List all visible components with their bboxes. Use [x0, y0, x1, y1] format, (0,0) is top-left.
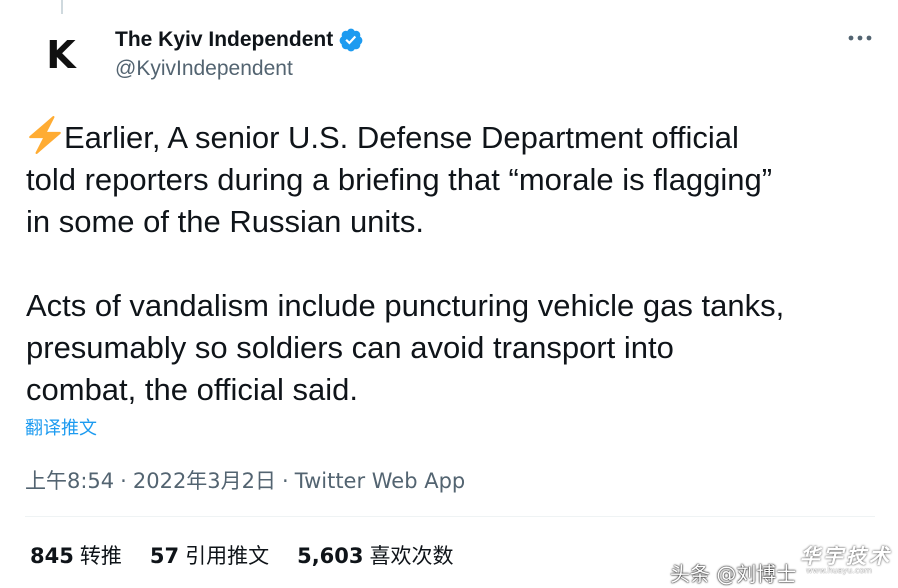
tweet-paragraph-1-text: Earlier, A senior U.S. Defense Departmen…: [26, 120, 773, 239]
author-name-row: The Kyiv Independent: [115, 26, 364, 54]
author-display-name[interactable]: The Kyiv Independent: [115, 28, 333, 52]
likes-stat[interactable]: 5,603 喜欢次数: [297, 540, 453, 570]
more-options-button[interactable]: [842, 22, 878, 54]
retweets-count: 845: [30, 544, 74, 568]
likes-count: 5,603: [297, 544, 364, 568]
likes-label: 喜欢次数: [369, 544, 454, 568]
toutiao-watermark: 头条 @刘博士: [670, 562, 797, 586]
avatar-logo-letter: K: [46, 33, 76, 77]
stats-divider: [25, 516, 875, 517]
tweet-paragraph-1: Earlier, A senior U.S. Defense Departmen…: [26, 116, 892, 243]
author-handle[interactable]: @KyivIndependent: [115, 57, 293, 81]
watermark-logo-url: www.huayu.com: [806, 566, 872, 575]
meta-separator: ·: [282, 469, 289, 493]
tweet-metadata: 上午8:54 · 2022年3月2日 · Twitter Web App: [25, 465, 465, 495]
high-voltage-emoji-icon: [29, 116, 61, 154]
tweet-body: Earlier, A senior U.S. Defense Departmen…: [26, 116, 892, 411]
tweet-source[interactable]: Twitter Web App: [295, 469, 466, 493]
tweet-time[interactable]: 上午8:54: [25, 469, 114, 493]
retweets-label: 转推: [79, 544, 122, 568]
more-horizontal-icon: [848, 35, 872, 41]
tweet-paragraph-2: Acts of vandalism include puncturing veh…: [26, 288, 785, 407]
verified-badge-icon: [339, 28, 363, 52]
avatar[interactable]: K: [21, 15, 101, 95]
quote-tweets-count: 57: [149, 544, 180, 568]
engagement-stats: 845 转推 57 引用推文 5,603 喜欢次数: [30, 540, 482, 570]
tweet-date[interactable]: 2022年3月2日: [133, 469, 276, 493]
thread-connector-line: [61, 0, 63, 14]
meta-separator: ·: [120, 469, 127, 493]
quote-tweets-stat[interactable]: 57 引用推文: [150, 540, 269, 570]
quote-tweets-label: 引用推文: [185, 544, 270, 568]
translate-tweet-link[interactable]: 翻译推文: [25, 414, 97, 440]
watermark-logo: 华宇技术: [800, 544, 892, 568]
retweets-stat[interactable]: 845 转推: [30, 540, 122, 570]
